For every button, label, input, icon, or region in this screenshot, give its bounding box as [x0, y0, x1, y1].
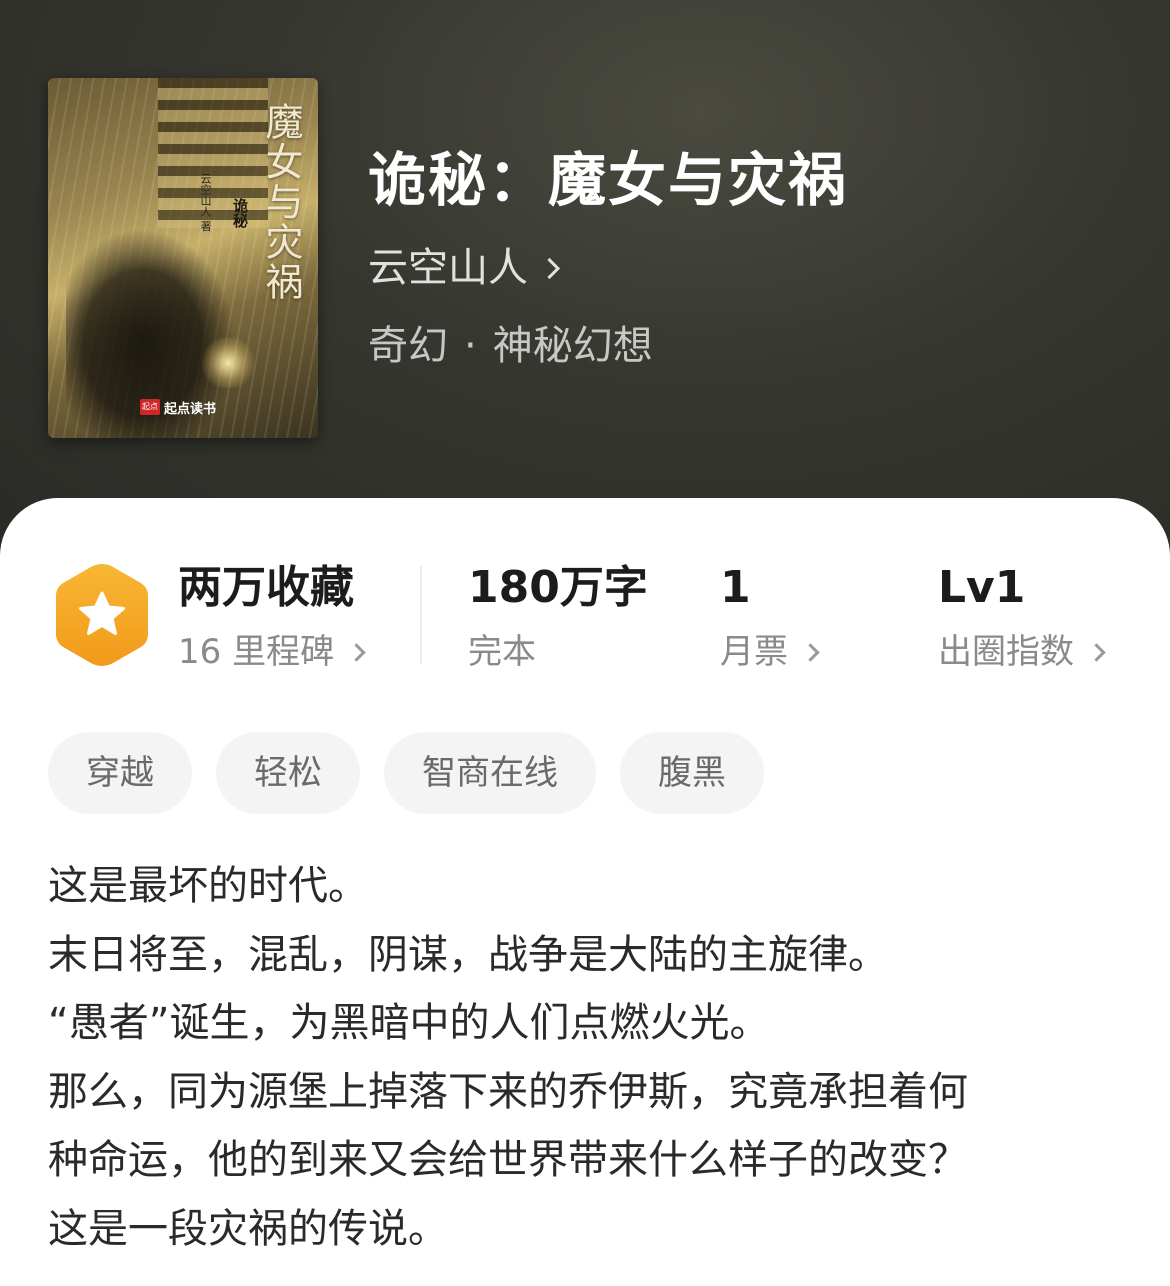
description-line: 这是最坏的时代。	[48, 863, 368, 909]
stat-monthly-ticket-value: 1	[720, 562, 751, 613]
popularity-index-text: 出圈指数	[938, 632, 1074, 672]
cover-light-glow	[198, 338, 258, 388]
chevron-right-icon	[801, 642, 820, 662]
stat-words-label: 完本	[468, 628, 648, 676]
book-title: 诡秘：魔女与灾祸	[368, 146, 849, 214]
stat-popularity[interactable]: Lv1 出圈指数	[938, 560, 1106, 676]
publisher-logo-text: 起点读书	[164, 401, 217, 417]
stat-words: 180万字 完本	[468, 560, 648, 676]
description-line: 这是一段灾祸的传说。	[48, 1205, 448, 1252]
monthly-ticket-text: 月票	[720, 632, 788, 672]
genre-category[interactable]: 奇幻	[368, 318, 448, 374]
tag-list: 穿越 轻松 智商在线 腹黑	[48, 732, 764, 814]
chevron-right-icon	[1087, 642, 1106, 662]
chevron-right-icon	[538, 257, 561, 279]
publisher-logo: 起点 起点读书	[140, 396, 216, 418]
stat-collection-value: 两万收藏	[178, 562, 354, 613]
genre-subcategory[interactable]: 神秘幻想	[493, 318, 653, 374]
genre-separator: ·	[464, 323, 477, 369]
description-line: 那么，同为源堡上掉落下来的乔伊斯，究竟承担着何	[48, 1068, 968, 1115]
tag-chip[interactable]: 穿越	[48, 732, 192, 814]
book-description: 这是最坏的时代。 末日将至，混乱，阴谋，战争是大陆的主旋律。 “愚者”诞生，为黑…	[48, 852, 1128, 1263]
stat-collection-label: 16 里程碑	[178, 628, 366, 676]
author-link[interactable]: 云空山人	[368, 240, 561, 296]
description-line: 末日将至，混乱，阴谋，战争是大陆的主旋律。	[48, 931, 888, 978]
stat-monthly-ticket[interactable]: 1 月票	[720, 560, 820, 676]
cover-author: 云空山人 著	[199, 173, 212, 232]
author-name: 云空山人	[368, 245, 528, 291]
stat-popularity-value: Lv1	[938, 562, 1026, 613]
tag-chip[interactable]: 腹黑	[620, 732, 764, 814]
cover-window-blinds	[158, 78, 268, 228]
publisher-logo-badge: 起点	[140, 399, 160, 415]
star-hexagon-icon[interactable]	[52, 560, 152, 670]
tag-chip[interactable]: 智商在线	[384, 732, 596, 814]
completion-status: 完本	[468, 632, 536, 672]
chevron-right-icon	[347, 642, 366, 662]
description-line: 种命运，他的到来又会给世界带来什么样子的改变？	[48, 1137, 968, 1183]
tag-chip[interactable]: 轻松	[216, 732, 360, 814]
cover-title: 魔女与灾祸	[259, 102, 303, 302]
genre-line: 奇幻 · 神秘幻想	[368, 318, 653, 374]
book-header: 魔女与灾祸 诡秘 云空山人 著 起点 起点读书 诡秘：魔女与灾祸 云空山人 奇幻…	[0, 0, 1170, 560]
stat-collection[interactable]: 两万收藏 16 里程碑	[178, 560, 366, 676]
milestone-text: 16 里程碑	[178, 632, 335, 672]
cover-series: 诡秘	[231, 198, 249, 228]
stat-popularity-label: 出圈指数	[938, 628, 1106, 676]
stat-divider	[420, 566, 422, 664]
description-line: “愚者”诞生，为黑暗中的人们点燃火光。	[48, 1000, 770, 1046]
book-cover[interactable]: 魔女与灾祸 诡秘 云空山人 著 起点 起点读书	[48, 78, 318, 438]
stat-words-value: 180万字	[468, 562, 648, 613]
stat-monthly-ticket-label: 月票	[720, 628, 820, 676]
